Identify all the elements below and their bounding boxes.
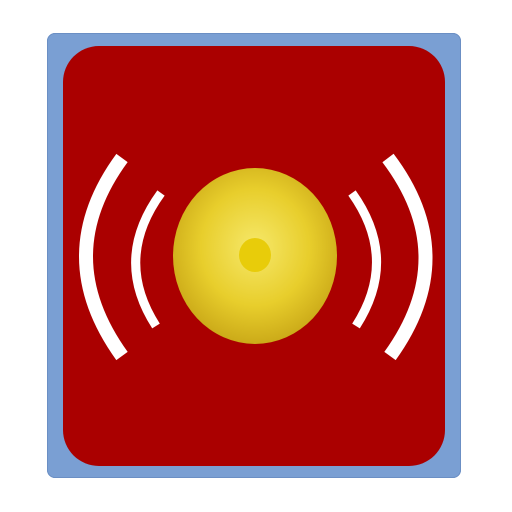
left-outer-wave-icon — [79, 153, 128, 361]
right-inner-wave-icon — [348, 190, 382, 329]
siren-center-dot — [239, 238, 271, 272]
alarm-icon-canvas — [0, 0, 512, 512]
left-inner-wave-icon — [131, 190, 165, 329]
right-outer-wave-icon — [382, 153, 433, 361]
alarm-siren-icon — [79, 153, 433, 361]
